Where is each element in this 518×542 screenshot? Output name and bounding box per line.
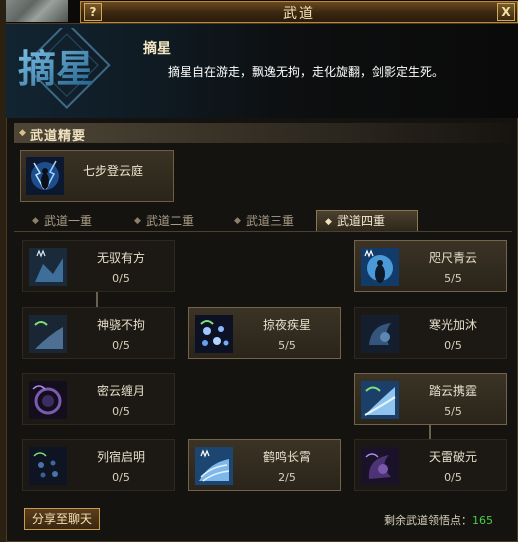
skill-name: 密云缠月 <box>96 384 145 398</box>
close-button[interactable]: X <box>497 3 515 21</box>
remaining-points: 剩余武道领悟点：165 <box>384 512 493 528</box>
tab-tier-2[interactable]: ◆ 武道二重 <box>126 213 218 231</box>
skill-card-tianleipoyuan[interactable]: 天雷破元 0/5 <box>354 439 507 491</box>
star-orbs-icon <box>195 315 233 353</box>
skill-card-shenxiaobuju[interactable]: 神骁不拘 0/5 <box>22 307 175 359</box>
top-skill-card[interactable]: 七步登云庭 <box>20 150 174 202</box>
crown-figure-icon <box>361 248 399 286</box>
tab-label: 武道二重 <box>146 214 195 228</box>
tab-label: 武道三重 <box>246 214 295 228</box>
tier-tabs: ◆ 武道一重 ◆ 武道二重 ◆ 武道三重 ◆ 武道四重 <box>14 210 512 232</box>
skill-level: 5/5 <box>444 405 462 418</box>
diamond-icon: ◆ <box>234 216 241 226</box>
skill-level: 0/5 <box>112 405 130 418</box>
skill-card-miyunchanyue[interactable]: 密云缠月 0/5 <box>22 373 175 425</box>
diamond-icon: ◆ <box>134 216 141 226</box>
remaining-points-value: 165 <box>472 514 493 527</box>
skill-card-wuyuyoufang[interactable]: 无驭有方 0/5 <box>22 240 175 292</box>
skill-card-lveyejixing[interactable]: 掠夜疾星 5/5 <box>188 307 341 359</box>
skill-level: 0/5 <box>112 339 130 352</box>
skill-description: 摘星自在游走，飘逸无拘，走化旋翻，剑影定生死。 <box>168 65 445 79</box>
top-skill-name: 七步登云庭 <box>83 164 144 178</box>
skill-name: 踏云携霆 <box>428 384 477 398</box>
skill-name: 天雷破元 <box>428 450 477 464</box>
dot-cluster-icon <box>29 447 67 485</box>
crescent-wave-icon <box>361 381 399 419</box>
skill-name: 列宿启明 <box>96 450 145 464</box>
diamond-icon: ◆ <box>325 217 332 227</box>
skill-name: 神骁不拘 <box>96 318 145 332</box>
share-to-chat-button[interactable]: 分享至聊天 <box>24 508 100 530</box>
help-button[interactable]: ? <box>84 3 102 21</box>
skill-name: 咫尺青云 <box>428 251 477 265</box>
tab-divider <box>14 231 512 232</box>
window-title: 武道 <box>283 6 315 22</box>
skill-name: 寒光加沐 <box>428 318 477 332</box>
purple-swirl-icon <box>361 447 399 485</box>
crown-wave-icon <box>195 447 233 485</box>
section-title: 武道精要 <box>30 129 87 144</box>
skill-level: 0/5 <box>112 471 130 484</box>
skill-level: 0/5 <box>444 339 462 352</box>
skill-name: 摘星 <box>143 41 171 57</box>
skill-connector <box>96 292 98 307</box>
skill-card-tayunxieting[interactable]: 踏云携霆 5/5 <box>354 373 507 425</box>
skill-name: 掠夜疾星 <box>262 318 311 332</box>
skill-level: 5/5 <box>278 339 296 352</box>
crescent-swirl-icon <box>29 315 67 353</box>
diamond-icon: ◆ <box>32 216 39 226</box>
skill-level: 2/5 <box>278 471 296 484</box>
purple-vortex-icon <box>29 381 67 419</box>
skill-card-hemingchangxiao[interactable]: 鹤鸣长霄 2/5 <box>188 439 341 491</box>
skill-level: 0/5 <box>444 471 462 484</box>
skill-card-hanguangjiamu[interactable]: 寒光加沐 0/5 <box>354 307 507 359</box>
skill-level: 0/5 <box>112 272 130 285</box>
skill-card-zhichiqingyun[interactable]: 咫尺青云 5/5 <box>354 240 507 292</box>
tab-label: 武道四重 <box>337 214 386 228</box>
crown-hand-icon <box>29 248 67 286</box>
skill-connector <box>429 423 431 439</box>
tab-label: 武道一重 <box>44 214 93 228</box>
blue-swirl-icon <box>361 315 399 353</box>
tab-tier-3[interactable]: ◆ 武道三重 <box>226 213 318 231</box>
skill-emblem-icon: 摘星 <box>18 28 111 110</box>
tab-tier-4[interactable]: ◆ 武道四重 <box>316 210 418 232</box>
skill-card-liexiuqiming[interactable]: 列宿启明 0/5 <box>22 439 175 491</box>
section-header: ◆ 武道精要 <box>14 123 512 144</box>
diamond-icon: ◆ <box>19 128 26 138</box>
skill-name: 鹤鸣长霄 <box>262 450 311 464</box>
emblem-text: 摘星 <box>18 46 94 91</box>
lightning-figure-icon <box>26 157 64 195</box>
title-bar[interactable]: 武道 <box>80 1 518 23</box>
skill-level: 5/5 <box>444 272 462 285</box>
skill-name: 无驭有方 <box>96 251 145 265</box>
tab-tier-1[interactable]: ◆ 武道一重 <box>24 213 116 231</box>
remaining-points-label: 剩余武道领悟点： <box>384 514 472 527</box>
